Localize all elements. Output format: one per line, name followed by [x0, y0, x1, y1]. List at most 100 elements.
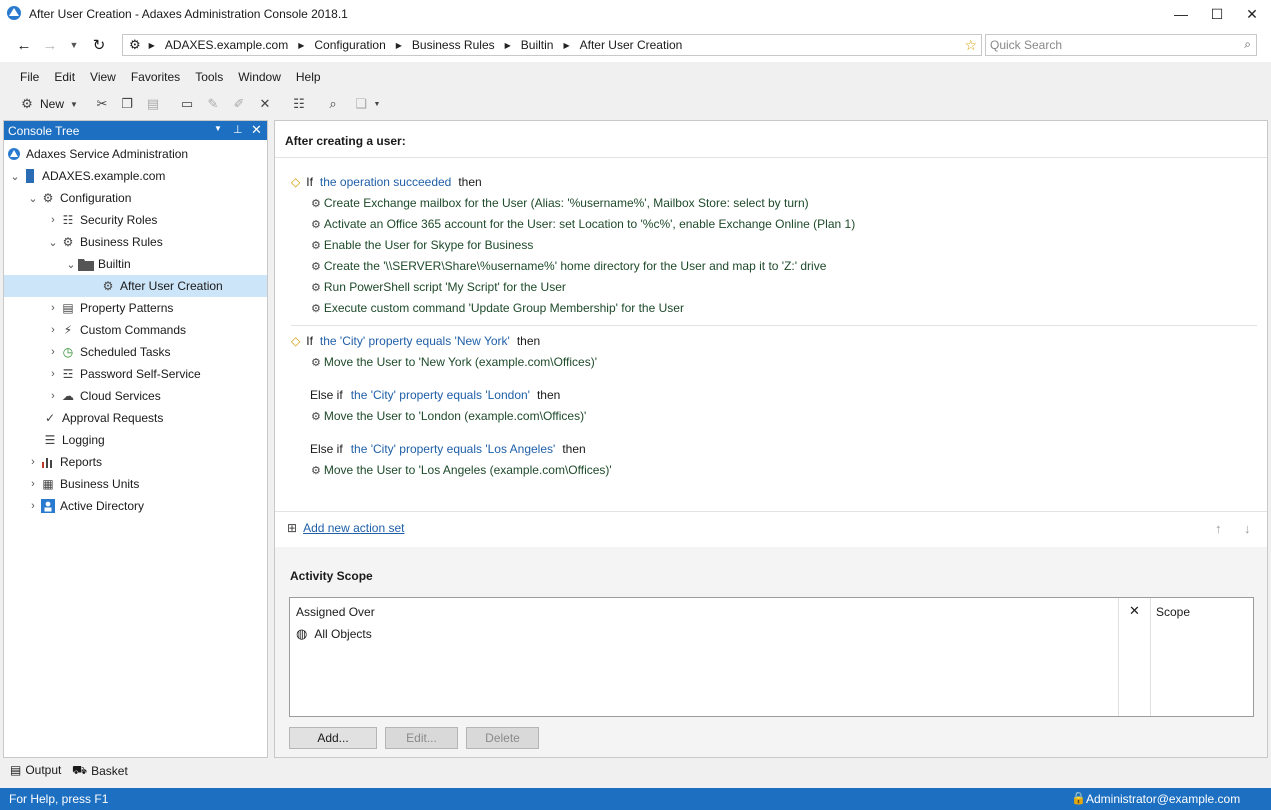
- action-create-home-directory[interactable]: ⚙ Create the '\\SERVER\Share\%username%' …: [311, 257, 826, 275]
- action-move-user-london[interactable]: ⚙ Move the User to 'London (example.com\O…: [311, 407, 586, 425]
- forward-arrow-icon[interactable]: →: [40, 35, 60, 55]
- breadcrumb-configuration[interactable]: Configuration: [314, 38, 385, 52]
- tree-item-domain[interactable]: ⌄ ADAXES.example.com: [4, 165, 267, 187]
- tree-item-business-rules[interactable]: ⌄ ⚙ Business Rules: [4, 231, 267, 253]
- add-action-set-link[interactable]: Add new action set: [303, 521, 404, 535]
- chevron-right-icon[interactable]: ›: [46, 368, 60, 380]
- history-dropdown-icon[interactable]: ▼: [64, 35, 84, 55]
- menu-view[interactable]: View: [90, 70, 116, 84]
- chevron-right-icon[interactable]: ›: [46, 390, 60, 402]
- else-if-london-condition[interactable]: Else if the 'City' property equals 'Lond…: [310, 386, 560, 404]
- address-bar[interactable]: ⚙ ▶ ADAXES.example.com ▶ Configuration ▶…: [122, 34, 982, 56]
- tab-basket[interactable]: ⛟ Basket: [72, 763, 128, 779]
- column-divider: [1118, 598, 1119, 716]
- tree-item-security-roles[interactable]: › ☷ Security Roles: [4, 209, 267, 231]
- breadcrumb-after-user-creation[interactable]: After User Creation: [580, 38, 683, 52]
- edit-properties-icon[interactable]: ✐: [230, 94, 248, 114]
- menu-window[interactable]: Window: [238, 70, 281, 84]
- add-scope-button[interactable]: Add...: [289, 727, 377, 749]
- tree-item-active-directory[interactable]: › Active Directory: [4, 495, 267, 517]
- scope-row-all-objects[interactable]: ◍ All Objects: [296, 626, 372, 642]
- tree-item-scheduled-tasks[interactable]: › ◷ Scheduled Tasks: [4, 341, 267, 363]
- action-move-user-new-york[interactable]: ⚙ Move the User to 'New York (example.com…: [311, 353, 597, 371]
- windows-icon[interactable]: ❏: [352, 94, 370, 114]
- move-up-arrow-icon[interactable]: ↑: [1215, 521, 1222, 536]
- chevron-right-icon[interactable]: ›: [26, 500, 40, 512]
- action-set-2-condition[interactable]: ◇ If the 'City' property equals 'New Yor…: [291, 332, 540, 350]
- action-enable-skype[interactable]: ⚙ Enable the User for Skype for Business: [311, 236, 533, 254]
- close-panel-icon[interactable]: ✕: [251, 122, 262, 138]
- copy-icon[interactable]: ❐: [118, 94, 136, 114]
- action-move-user-los-angeles[interactable]: ⚙ Move the User to 'Los Angeles (example.…: [311, 461, 612, 479]
- breadcrumb-domain[interactable]: ADAXES.example.com: [165, 38, 288, 52]
- properties-icon[interactable]: ☷: [290, 94, 308, 114]
- chevron-right-icon[interactable]: ›: [46, 302, 60, 314]
- delete-scope-button[interactable]: Delete: [466, 727, 539, 749]
- cut-icon[interactable]: ✂: [93, 94, 111, 114]
- menu-help[interactable]: Help: [296, 70, 321, 84]
- delete-icon[interactable]: ✕: [256, 94, 274, 114]
- activity-scope-table[interactable]: Assigned Over ✕ Scope ◍ All Objects: [289, 597, 1254, 717]
- rename-icon[interactable]: ▭: [178, 94, 196, 114]
- tree-item-builtin[interactable]: ⌄ Builtin: [4, 253, 267, 275]
- paste-icon[interactable]: ▤: [144, 94, 162, 114]
- tree-item-logging[interactable]: ☰ Logging: [4, 429, 267, 451]
- quick-search-input[interactable]: Quick Search ⌕: [985, 34, 1257, 56]
- action-activate-office365[interactable]: ⚙ Activate an Office 365 account for the …: [311, 215, 855, 233]
- menu-tools[interactable]: Tools: [195, 70, 223, 84]
- minimize-button[interactable]: —: [1163, 0, 1199, 28]
- console-tree-header: Console Tree ▼ ⊥ ✕: [4, 121, 267, 140]
- new-button[interactable]: New: [38, 94, 66, 114]
- action-run-powershell-script[interactable]: ⚙ Run PowerShell script 'My Script' for t…: [311, 278, 566, 296]
- chevron-down-icon[interactable]: ⌄: [64, 258, 78, 271]
- tree-item-custom-commands[interactable]: › ⚡ Custom Commands: [4, 319, 267, 341]
- action-create-exchange-mailbox[interactable]: ⚙ Create Exchange mailbox for the User (A…: [311, 194, 809, 212]
- chevron-right-icon[interactable]: ›: [46, 324, 60, 336]
- tab-output[interactable]: ▤ Output: [10, 763, 61, 777]
- action-set-1-condition[interactable]: ◇ If the operation succeeded then: [291, 173, 482, 191]
- chevron-right-icon[interactable]: ›: [26, 478, 40, 490]
- chevron-right-icon[interactable]: ›: [46, 214, 60, 226]
- tree-item-reports[interactable]: › Reports: [4, 451, 267, 473]
- tree-item-approval-requests[interactable]: ✓ Approval Requests: [4, 407, 267, 429]
- back-arrow-icon[interactable]: ←: [14, 35, 34, 55]
- favorite-star-icon[interactable]: ☆: [964, 37, 977, 54]
- menu-file[interactable]: File: [20, 70, 39, 84]
- menu-favorites[interactable]: Favorites: [131, 70, 180, 84]
- else-if-los-angeles-condition[interactable]: Else if the 'City' property equals 'Los …: [310, 440, 586, 458]
- refresh-icon[interactable]: ↻: [89, 35, 109, 55]
- basket-icon: ⛟: [72, 763, 88, 777]
- windows-dropdown-icon[interactable]: ▼: [372, 94, 382, 114]
- tree-item-cloud-services[interactable]: › ☁ Cloud Services: [4, 385, 267, 407]
- tree-item-property-patterns[interactable]: › ▤ Property Patterns: [4, 297, 267, 319]
- action-execute-custom-command[interactable]: ⚙ Execute custom command 'Update Group Me…: [311, 299, 684, 317]
- chevron-down-icon[interactable]: ⌄: [46, 236, 60, 249]
- tree-item-after-user-creation[interactable]: ⚙ After User Creation: [4, 275, 267, 297]
- business-rule-panel: After creating a user: ◇ If the operatio…: [274, 120, 1268, 758]
- panel-dropdown-icon[interactable]: ▼: [214, 124, 222, 133]
- edit-pencil-icon[interactable]: ✎: [204, 94, 222, 114]
- find-icon[interactable]: ⌕: [324, 94, 342, 114]
- remove-column-icon[interactable]: ✕: [1129, 603, 1140, 619]
- chevron-right-icon[interactable]: ›: [26, 456, 40, 468]
- tree-item-configuration[interactable]: ⌄ ⚙ Configuration: [4, 187, 267, 209]
- new-dropdown-icon[interactable]: ▼: [68, 94, 80, 114]
- chevron-down-icon[interactable]: ⌄: [8, 170, 22, 183]
- menu-edit[interactable]: Edit: [54, 70, 75, 84]
- move-down-arrow-icon[interactable]: ↓: [1244, 521, 1251, 536]
- chevron-right-icon[interactable]: ›: [46, 346, 60, 358]
- search-icon[interactable]: ⌕: [1244, 37, 1251, 52]
- chevron-down-icon[interactable]: ⌄: [26, 192, 40, 205]
- tree-item-password-self-service[interactable]: › ☲ Password Self-Service: [4, 363, 267, 385]
- column-header-scope[interactable]: Scope: [1156, 605, 1190, 619]
- tree-item-service-administration[interactable]: Adaxes Service Administration: [4, 143, 267, 165]
- column-header-assigned-over[interactable]: Assigned Over: [296, 605, 375, 619]
- edit-scope-button[interactable]: Edit...: [385, 727, 458, 749]
- breadcrumb-business-rules[interactable]: Business Rules: [412, 38, 495, 52]
- breadcrumb-builtin[interactable]: Builtin: [521, 38, 554, 52]
- new-gear-icon[interactable]: ⚙: [18, 94, 36, 114]
- close-window-button[interactable]: ✕: [1234, 0, 1270, 28]
- pin-icon[interactable]: ⊥: [233, 123, 243, 136]
- maximize-button[interactable]: ☐: [1199, 0, 1235, 28]
- tree-item-business-units[interactable]: › ▦ Business Units: [4, 473, 267, 495]
